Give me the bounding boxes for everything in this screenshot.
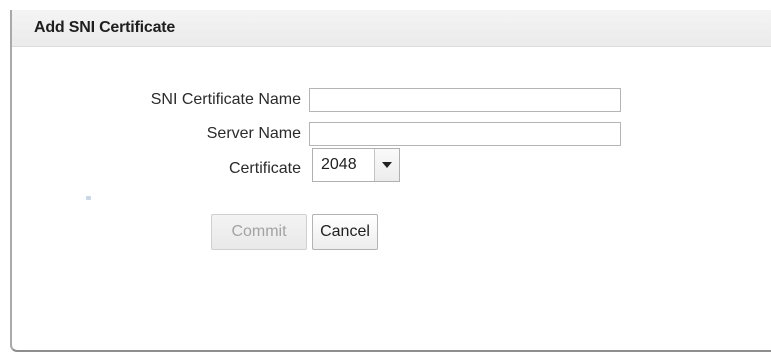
certificate-label: Certificate <box>228 160 301 177</box>
certificate-select[interactable]: 2048 <box>312 148 400 182</box>
sni-certificate-name-input[interactable] <box>309 88 621 112</box>
sni-certificate-name-label: SNI Certificate Name <box>150 91 301 108</box>
server-name-input[interactable] <box>309 122 621 146</box>
certificate-select-value: 2048 <box>313 149 375 181</box>
chevron-down-icon[interactable] <box>375 149 399 181</box>
dialog-title: Add SNI Certificate <box>34 19 176 36</box>
commit-button[interactable]: Commit <box>211 214 307 250</box>
dialog-header: Add SNI Certificate <box>12 10 771 47</box>
cancel-button[interactable]: Cancel <box>312 214 378 250</box>
decorative-speck <box>86 196 91 200</box>
server-name-label: Server Name <box>206 125 301 142</box>
